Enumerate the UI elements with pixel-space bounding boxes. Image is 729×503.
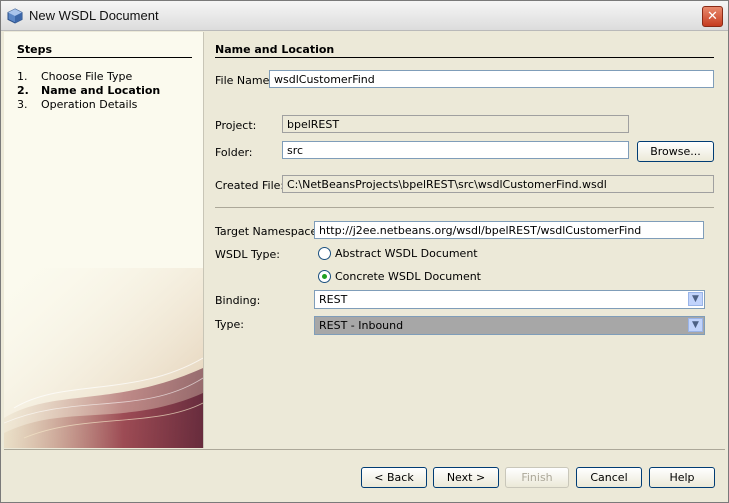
step-label: Name and Location (41, 84, 161, 97)
step-choose-file-type: 1. Choose File Type (17, 70, 132, 83)
cancel-button[interactable]: Cancel (576, 467, 642, 488)
concrete-wsdl-radio[interactable] (318, 270, 331, 283)
type-value: REST - Inbound (319, 319, 404, 332)
folder-input[interactable]: src (282, 141, 629, 159)
decorative-swirl-image (4, 268, 203, 448)
steps-panel: Steps 1. Choose File Type 2. Name and Loca… (4, 32, 204, 448)
title-bar: New WSDL Document ✕ (1, 1, 728, 31)
step-operation-details: 3. Operation Details (17, 98, 137, 111)
step-name-and-location: 2. Name and Location (17, 84, 160, 97)
wizard-window: New WSDL Document ✕ Steps 1. Choose File … (0, 0, 729, 503)
project-label: Project: (215, 119, 257, 132)
binding-value: REST (319, 293, 348, 306)
chevron-down-icon[interactable]: ▼ (688, 292, 703, 306)
next-button[interactable]: Next > (433, 467, 499, 488)
step-number: 2. (17, 84, 29, 97)
file-name-label: File Name: (215, 74, 274, 87)
footer-divider (4, 449, 725, 450)
section-divider (215, 57, 714, 58)
file-name-input[interactable]: wsdlCustomerFind (269, 70, 714, 88)
project-field: bpelREST (282, 115, 629, 133)
steps-divider (17, 57, 192, 58)
steps-title: Steps (17, 43, 53, 56)
radio-selected-dot (322, 274, 327, 279)
back-button[interactable]: < Back (361, 467, 427, 488)
target-namespace-label: Target Namespace: (215, 225, 321, 238)
step-label: Operation Details (41, 98, 138, 111)
folder-label: Folder: (215, 146, 253, 159)
main-panel: Name and Location File Name: wsdlCustome… (204, 32, 726, 448)
section-title: Name and Location (215, 43, 335, 56)
step-label: Choose File Type (41, 70, 133, 83)
window-title: New WSDL Document (29, 8, 159, 23)
finish-button: Finish (505, 467, 569, 488)
abstract-wsdl-radio[interactable] (318, 247, 331, 260)
chevron-down-icon[interactable]: ▼ (688, 318, 703, 332)
type-select[interactable]: REST - Inbound ▼ (314, 316, 705, 335)
created-file-label: Created File: (215, 179, 285, 192)
binding-label: Binding: (215, 294, 261, 307)
target-namespace-input[interactable]: http://j2ee.netbeans.org/wsdl/bpelREST/w… (314, 221, 704, 239)
close-icon[interactable]: ✕ (702, 6, 723, 27)
browse-button[interactable]: Browse... (637, 141, 714, 162)
step-number: 1. (17, 70, 28, 83)
created-file-field: C:\NetBeansProjects\bpelREST\src\wsdlCus… (282, 175, 714, 193)
binding-select[interactable]: REST ▼ (314, 290, 705, 309)
separator (215, 207, 714, 208)
help-button[interactable]: Help (649, 467, 715, 488)
wsdl-type-label: WSDL Type: (215, 248, 280, 261)
concrete-wsdl-option-label[interactable]: Concrete WSDL Document (335, 270, 481, 283)
step-number: 3. (17, 98, 28, 111)
netbeans-cube-icon (7, 8, 23, 24)
abstract-wsdl-option-label[interactable]: Abstract WSDL Document (335, 247, 478, 260)
type-label: Type: (215, 318, 244, 331)
